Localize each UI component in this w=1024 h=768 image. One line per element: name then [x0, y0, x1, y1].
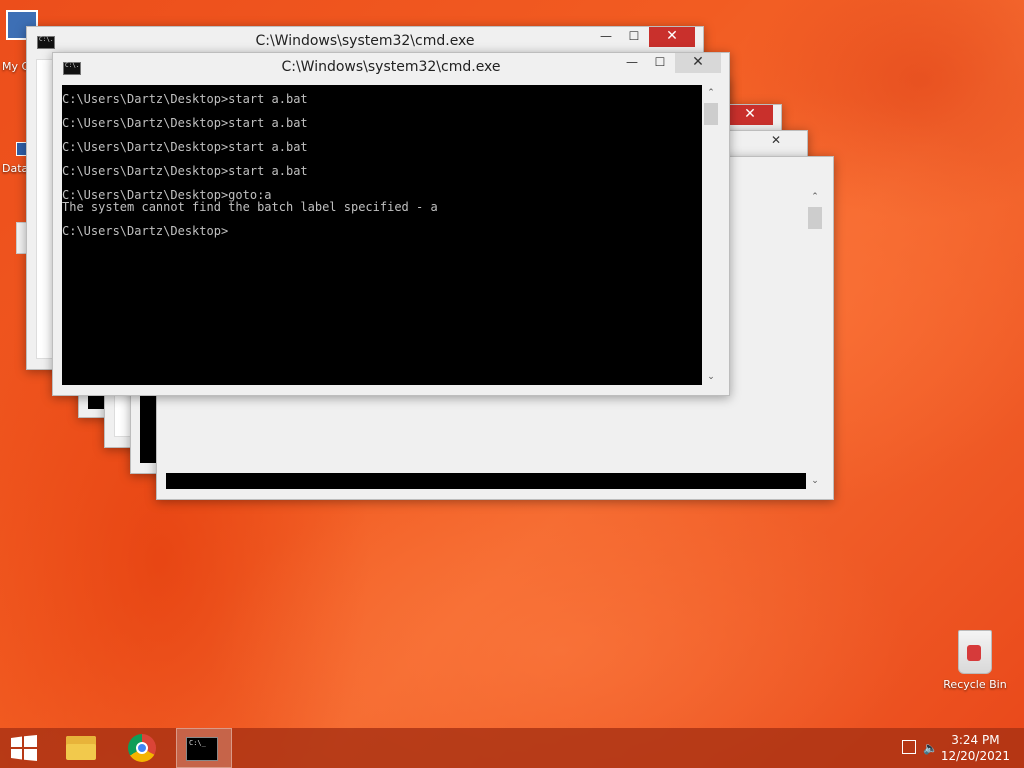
maximize-button[interactable]: ☐ [647, 53, 673, 73]
console-output: C:\Users\Dartz\Desktop>start a.bat C:\Us… [62, 93, 438, 237]
console-area[interactable]: C:\Users\Dartz\Desktop>start a.bat C:\Us… [62, 85, 702, 385]
vertical-scrollbar[interactable]: ⌃ ⌄ [806, 189, 824, 489]
scroll-down-button[interactable]: ⌄ [702, 369, 720, 385]
taskbar-file-explorer[interactable] [56, 728, 108, 768]
clock-date: 12/20/2021 [940, 749, 1010, 763]
taskbar-chrome[interactable] [118, 728, 170, 768]
scroll-up-button[interactable]: ⌃ [806, 189, 824, 205]
minimize-button[interactable]: — [593, 27, 619, 47]
clock-time: 3:24 PM [951, 733, 1000, 747]
recycle-bin-icon [958, 630, 992, 674]
title-bar[interactable]: C:\Windows\system32\cmd.exe — ☐ ✕ [53, 53, 729, 83]
chrome-icon [128, 734, 156, 762]
vertical-scrollbar[interactable]: ⌃ ⌄ [702, 85, 720, 385]
cmd-window-active[interactable]: C:\Windows\system32\cmd.exe — ☐ ✕ C:\Use… [52, 52, 730, 396]
scroll-down-button[interactable]: ⌄ [806, 473, 824, 489]
start-button[interactable] [0, 728, 48, 768]
console-line: C:\Users\Dartz\Desktop>start a.bat [62, 92, 308, 106]
console-line: C:\Users\Dartz\Desktop>start a.bat [62, 140, 308, 154]
desktop-icon-recycle-bin[interactable]: Recycle Bin [940, 630, 1010, 691]
command-prompt-icon: C:\_ [186, 737, 218, 761]
folder-icon [66, 736, 96, 760]
close-button[interactable]: ✕ [649, 27, 695, 47]
console-line: C:\Users\Dartz\Desktop>start a.bat [62, 116, 308, 130]
close-button[interactable]: ✕ [675, 53, 721, 73]
console-line: The system cannot find the batch label s… [62, 200, 438, 214]
network-icon[interactable] [902, 740, 916, 754]
taskbar-command-prompt[interactable]: C:\_ [176, 728, 232, 768]
console-line: C:\Users\Dartz\Desktop>start a.bat [62, 164, 308, 178]
scroll-up-button[interactable]: ⌃ [702, 85, 720, 101]
minimize-button[interactable]: — [619, 53, 645, 73]
maximize-button[interactable]: ☐ [621, 27, 647, 47]
windows-logo-icon [11, 735, 37, 761]
close-button[interactable]: ✕ [753, 131, 799, 151]
desktop-icon-label: Recycle Bin [943, 678, 1007, 691]
taskbar: C:\_ 🔈 3:24 PM 12/20/2021 [0, 728, 1024, 768]
scroll-thumb[interactable] [808, 207, 822, 229]
scroll-thumb[interactable] [704, 103, 718, 125]
console-area [166, 473, 806, 489]
close-button[interactable]: ✕ [727, 105, 773, 125]
clock[interactable]: 3:24 PM 12/20/2021 [941, 732, 1010, 764]
console-line: C:\Users\Dartz\Desktop> [62, 224, 229, 238]
volume-muted-icon[interactable]: 🔈 [923, 741, 938, 755]
